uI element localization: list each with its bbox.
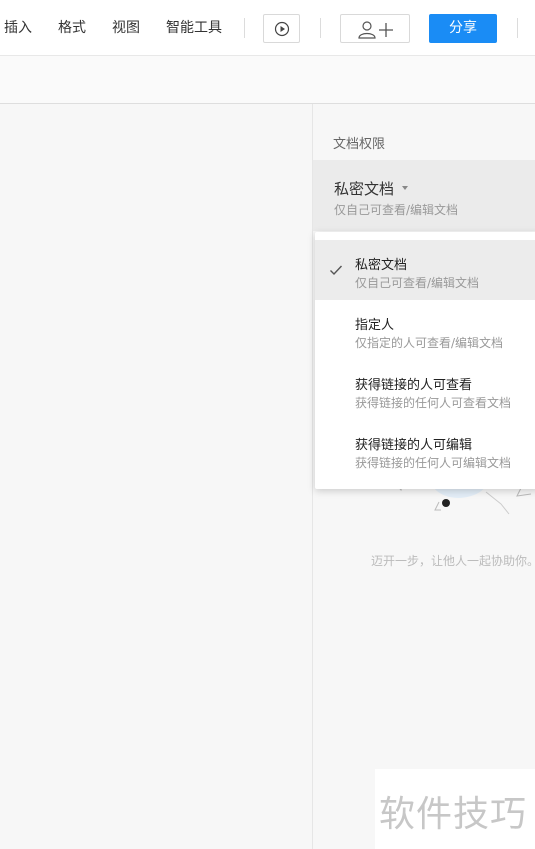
option-label: 获得链接的人可编辑: [355, 438, 473, 453]
permission-current-name: 私密文档: [334, 180, 395, 198]
option-desc: 获得链接的任何人可编辑文档: [355, 456, 512, 470]
option-label: 获得链接的人可查看: [355, 378, 473, 393]
toolbar: 插入 格式 视图 智能工具 分享: [0, 0, 535, 56]
permission-option-link-view[interactable]: 获得链接的人可查看 获得链接的任何人可查看文档: [315, 360, 535, 420]
present-button[interactable]: [263, 14, 300, 43]
permission-option-specified[interactable]: 指定人 仅指定的人可查看/编辑文档: [315, 300, 535, 360]
app-window: 插入 格式 视图 智能工具 分享 文档权限 私密文档 仅自己可查看/编辑文档 迈…: [0, 0, 535, 849]
panel-title: 文档权限: [333, 137, 386, 152]
caret-down-icon: [402, 186, 408, 190]
option-label: 私密文档: [355, 258, 408, 273]
permission-selector[interactable]: 私密文档 仅自己可查看/编辑文档: [313, 160, 535, 231]
option-desc: 获得链接的任何人可查看文档: [355, 396, 512, 410]
play-icon: [274, 21, 290, 37]
menu-insert[interactable]: 插入: [4, 19, 32, 37]
document-canvas[interactable]: [0, 104, 312, 849]
check-icon: [330, 265, 343, 276]
option-desc: 仅指定的人可查看/编辑文档: [355, 336, 504, 350]
add-user-icon: [358, 21, 393, 39]
add-collaborator-button[interactable]: [340, 14, 410, 43]
share-button[interactable]: 分享: [429, 14, 497, 43]
toolbar-divider: [320, 18, 321, 38]
menu-smart-tools[interactable]: 智能工具: [166, 19, 222, 37]
permission-option-private[interactable]: 私密文档 仅自己可查看/编辑文档: [315, 240, 535, 300]
toolbar-divider: [517, 18, 518, 38]
watermark-text: 软件技巧: [379, 794, 528, 835]
permission-option-link-edit[interactable]: 获得链接的人可编辑 获得链接的任何人可编辑文档: [315, 420, 535, 480]
permission-dropdown: 私密文档 仅自己可查看/编辑文档 指定人 仅指定的人可查看/编辑文档 获得链接的…: [315, 232, 535, 489]
watermark: 软件技巧: [375, 769, 535, 849]
menu-format[interactable]: 格式: [58, 19, 86, 37]
toolbar-divider: [244, 18, 245, 38]
option-desc: 仅自己可查看/编辑文档: [355, 276, 480, 290]
option-label: 指定人: [355, 318, 395, 333]
secondary-toolbar: [0, 56, 535, 104]
empty-hint-text: 迈开一步，让他人一起协助你。: [371, 554, 535, 568]
permission-current-desc: 仅自己可查看/编辑文档: [334, 203, 459, 217]
menu-view[interactable]: 视图: [112, 19, 140, 37]
